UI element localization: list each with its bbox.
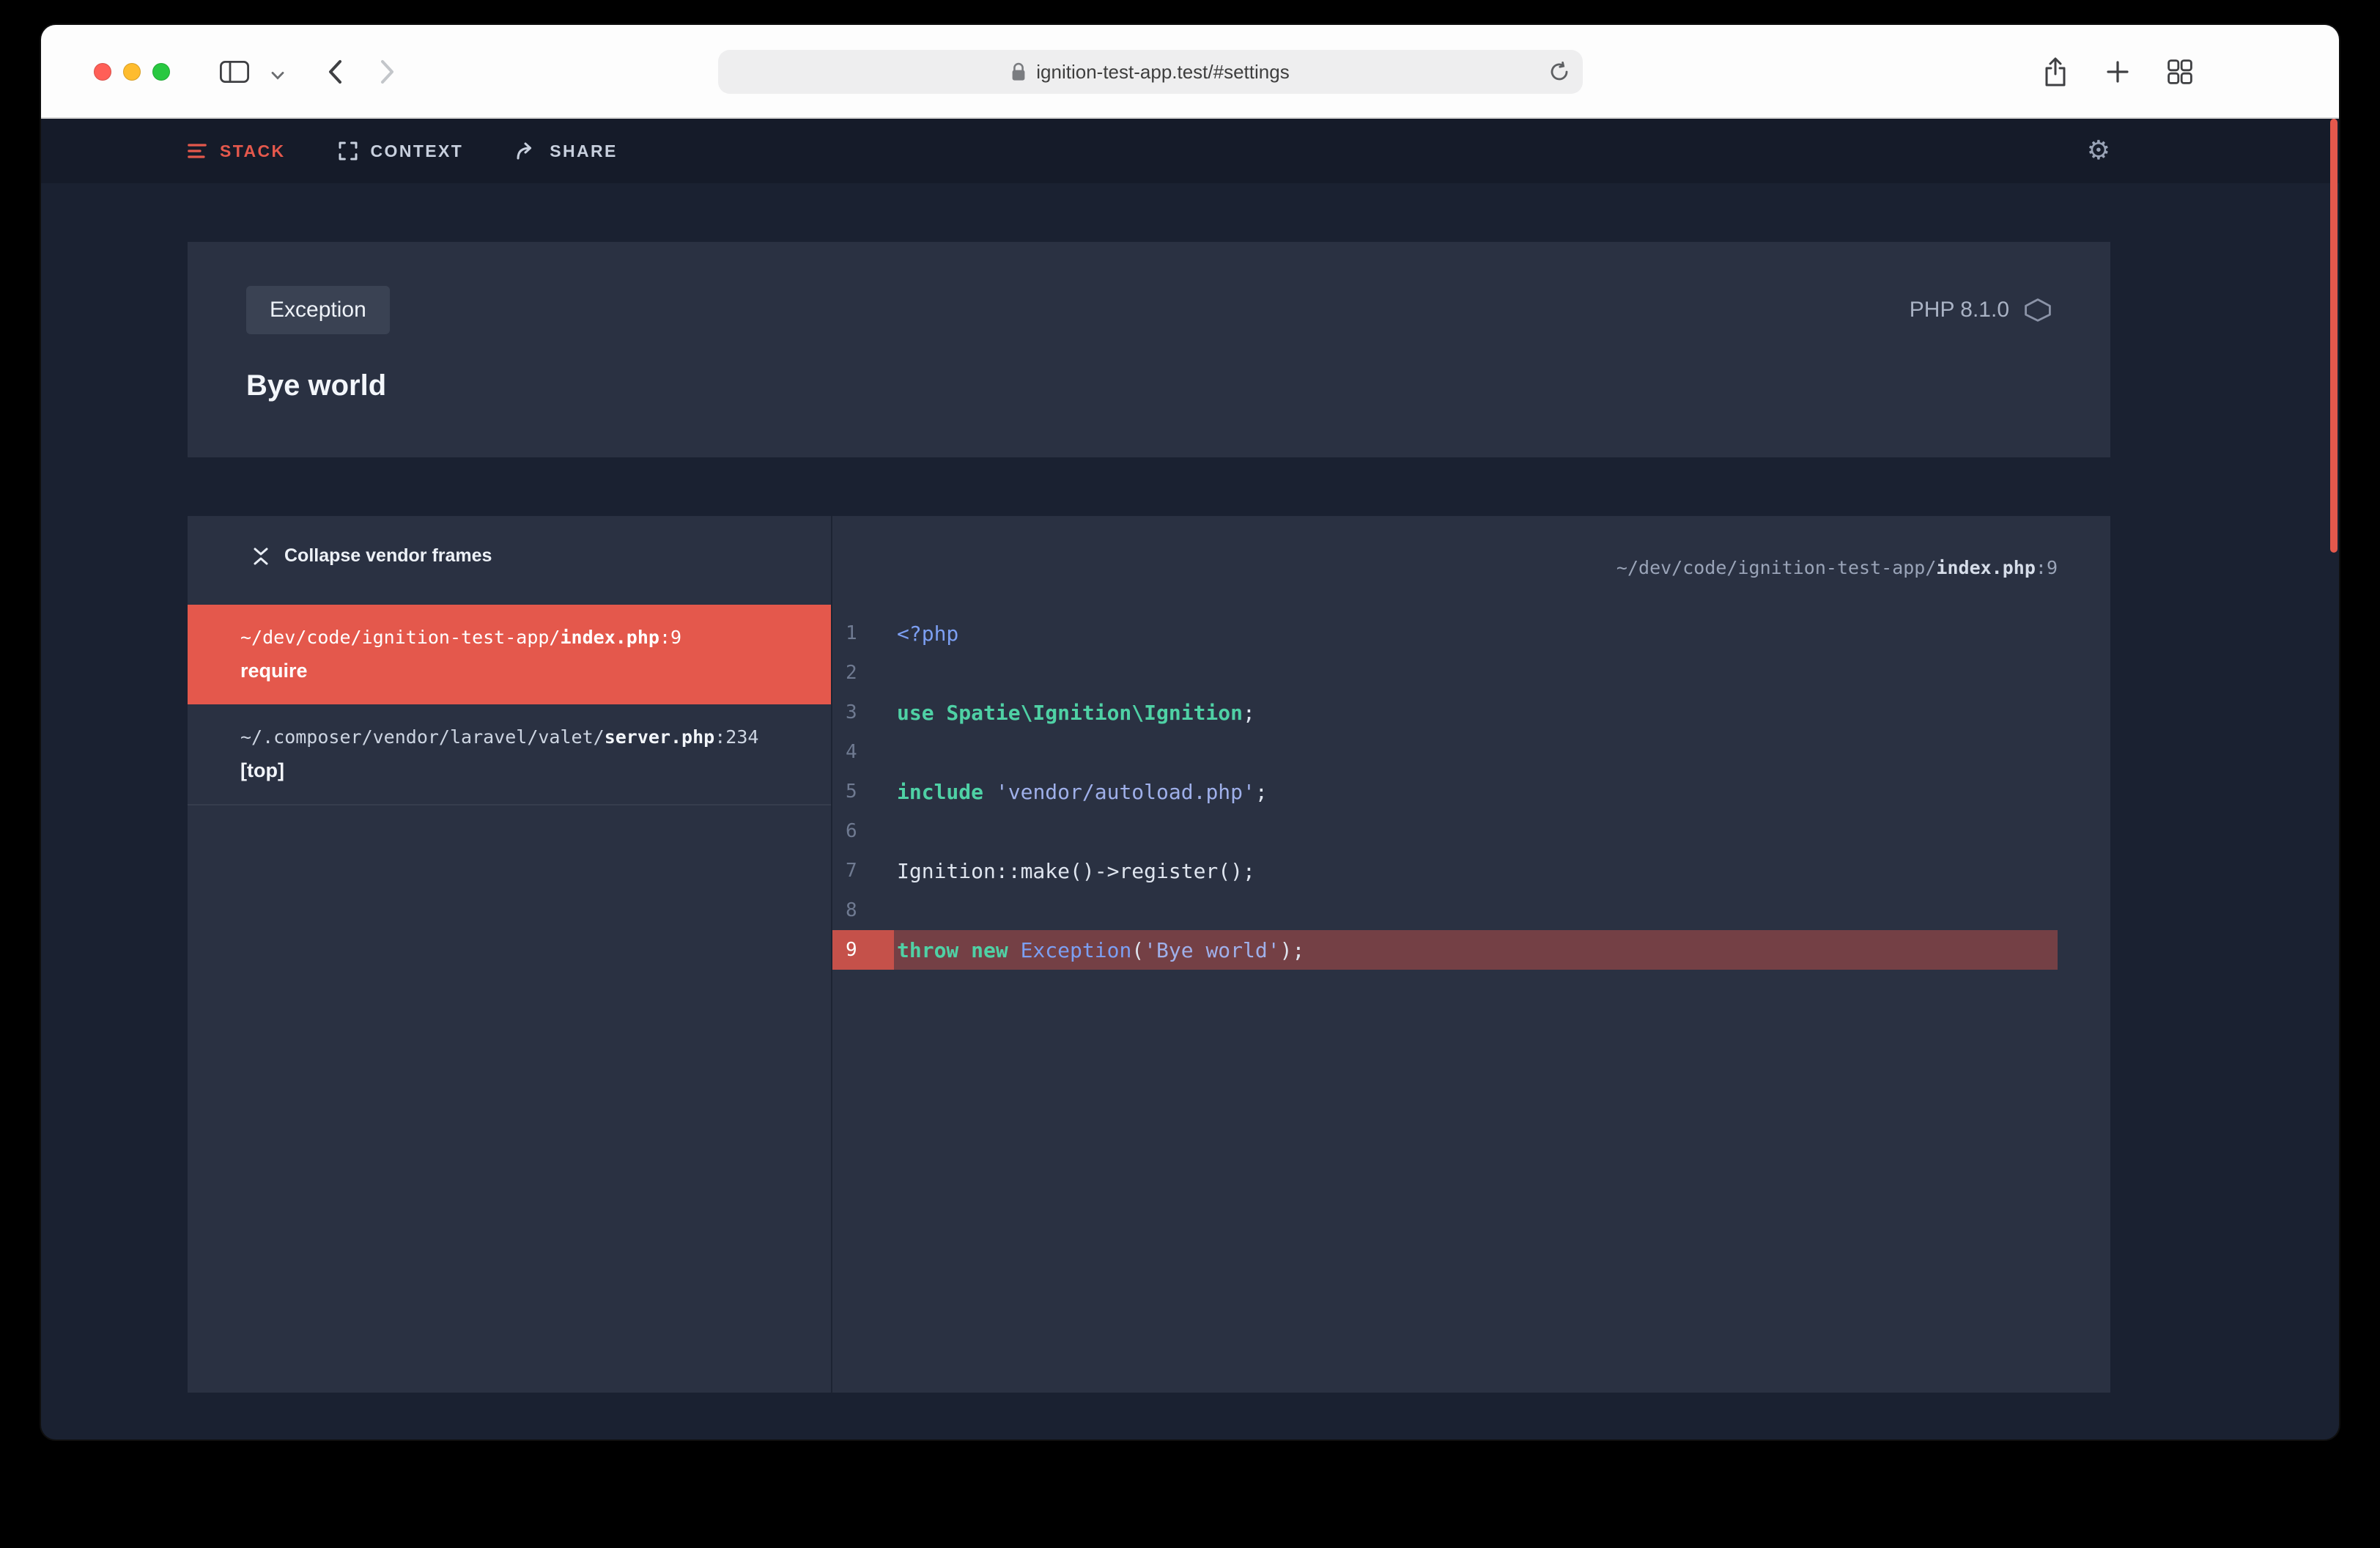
stack-trace-panel: Collapse vendor frames ~/dev/code/igniti… (188, 516, 2110, 1393)
code-line: 5include 'vendor/autoload.php'; (832, 772, 2058, 811)
line-number: 1 (832, 613, 894, 653)
line-number: 3 (832, 693, 894, 732)
line-number: 8 (832, 891, 894, 930)
stack-icon (188, 143, 207, 159)
browser-toolbar: ignition-test-app.test/#settings (41, 25, 2339, 119)
tab-share-label: SHARE (550, 141, 618, 161)
collapse-vendor-frames-button[interactable]: Collapse vendor frames (252, 545, 492, 567)
frame-method: [top] (240, 759, 796, 782)
context-icon (339, 141, 358, 161)
php-version-label: PHP 8.1.0 (1910, 298, 2009, 322)
code-panel: ~/dev/code/ignition-test-app/index.php:9… (832, 516, 2110, 1393)
collapse-label: Collapse vendor frames (284, 545, 492, 567)
code-line: 7Ignition::make()->register(); (832, 851, 2058, 891)
code-line: 4 (832, 732, 2058, 772)
code-text: throw new Exception('Bye world'); (897, 938, 1304, 962)
new-tab-icon[interactable] (2106, 60, 2129, 84)
stack-frame[interactable]: ~/dev/code/ignition-test-app/index.php:9… (188, 605, 831, 704)
tab-share[interactable]: SHARE (516, 141, 618, 161)
code-text: <?php (897, 622, 958, 646)
code-line: 1<?php (832, 613, 2058, 653)
line-number: 5 (832, 772, 894, 811)
chevron-down-icon[interactable] (271, 59, 284, 86)
ignition-navbar: STACK CONTEXT (41, 119, 2339, 183)
code-editor: 1<?php23use Spatie\Ignition\Ignition;45i… (832, 613, 2058, 970)
php-version-icon (2024, 298, 2052, 322)
url-text: ignition-test-app.test/#settings (1036, 61, 1289, 84)
collapse-icon (252, 547, 270, 566)
code-line: 3use Spatie\Ignition\Ignition; (832, 693, 2058, 732)
line-number: 6 (832, 811, 894, 851)
file-name: index.php (1936, 557, 2035, 578)
stack-frame-list: ~/dev/code/ignition-test-app/index.php:9… (188, 605, 831, 806)
file-line-suffix: :9 (2036, 557, 2058, 578)
code-text: include 'vendor/autoload.php'; (897, 780, 1268, 804)
tab-context[interactable]: CONTEXT (339, 141, 464, 161)
code-text: use Spatie\Ignition\Ignition; (897, 701, 1255, 725)
settings-gear-icon[interactable]: ⚙ (2087, 138, 2110, 164)
close-button[interactable] (94, 63, 111, 81)
nav-tabs: STACK CONTEXT (188, 141, 618, 161)
scrollbar-thumb[interactable] (2330, 119, 2338, 553)
share-icon[interactable] (2043, 56, 2068, 87)
code-line: 2 (832, 653, 2058, 693)
code-line: 8 (832, 891, 2058, 930)
code-text: Ignition::make()->register(); (897, 859, 1255, 883)
tab-context-label: CONTEXT (371, 141, 464, 161)
error-message: Bye world (246, 369, 2052, 402)
stack-frame[interactable]: ~/.composer/vendor/laravel/valet/server.… (188, 704, 831, 806)
frame-path: ~/.composer/vendor/laravel/valet/server.… (240, 726, 796, 748)
lock-icon (1011, 62, 1026, 81)
file-path-prefix: ~/dev/code/ignition-test-app/ (1616, 557, 1937, 578)
tab-overview-icon[interactable] (2168, 59, 2192, 84)
error-card: Exception PHP 8.1.0 Bye world (188, 242, 2110, 457)
exception-badge: Exception (246, 286, 390, 334)
line-number: 4 (832, 732, 894, 772)
line-number: 7 (832, 851, 894, 891)
forward-button[interactable] (380, 59, 396, 85)
code-line: 6 (832, 811, 2058, 851)
browser-window: ignition-test-app.test/#settings (41, 25, 2339, 1440)
reload-icon[interactable] (1549, 62, 1570, 87)
minimize-button[interactable] (123, 63, 141, 81)
tab-stack[interactable]: STACK (188, 141, 286, 161)
address-bar[interactable]: ignition-test-app.test/#settings (718, 50, 1583, 94)
desktop-background: ignition-test-app.test/#settings (0, 0, 2380, 1548)
traffic-lights (94, 63, 170, 81)
line-number: 9 (832, 930, 894, 970)
code-line: 9throw new Exception('Bye world'); (832, 930, 2058, 970)
back-button[interactable] (327, 59, 343, 85)
zoom-button[interactable] (152, 63, 170, 81)
frame-path: ~/dev/code/ignition-test-app/index.php:9 (240, 627, 796, 648)
line-number: 2 (832, 653, 894, 693)
sidebar-toggle-icon[interactable] (220, 61, 249, 83)
share-arrow-icon (516, 142, 536, 160)
tab-stack-label: STACK (220, 141, 286, 161)
frame-method: require (240, 660, 796, 682)
stack-frames-panel: Collapse vendor frames ~/dev/code/igniti… (188, 516, 832, 1393)
file-path-header: ~/dev/code/ignition-test-app/index.php:9 (832, 557, 2058, 578)
php-version: PHP 8.1.0 (1910, 298, 2052, 322)
